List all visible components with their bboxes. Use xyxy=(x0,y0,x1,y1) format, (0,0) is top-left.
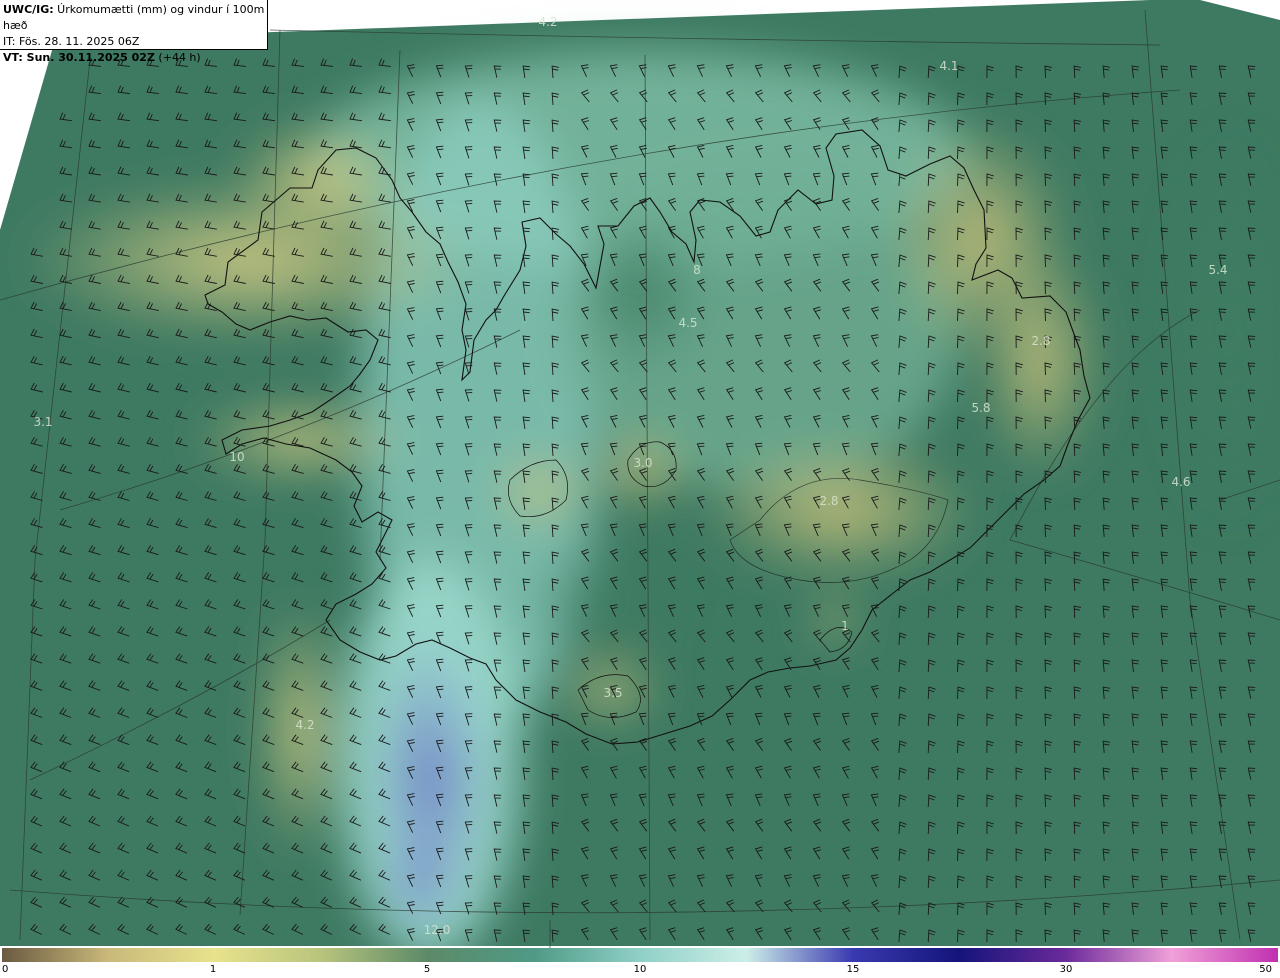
colorbar-tick-5: 5 xyxy=(423,964,431,975)
map-value-label: 5.4 xyxy=(1208,263,1227,277)
map-header: UWC/IG: Úrkomumætti (mm) og vindur í 100… xyxy=(0,0,268,64)
colorbar-tick-50: 50 xyxy=(1259,964,1272,975)
colorbar-tick-15: 15 xyxy=(846,964,860,975)
header-line-3: VT: Sun. 30.11.2025 02Z (+44 h) xyxy=(3,51,201,64)
colorbar-tick-0: 0 xyxy=(2,964,9,975)
map-value-label: 8 xyxy=(693,263,701,277)
colorbar-tick-30: 30 xyxy=(1059,964,1073,975)
map-value-label: 12.0 xyxy=(424,923,451,937)
header-line-2: IT: Fös. 28. 11. 2025 06Z xyxy=(3,35,140,48)
colorbar: 0 1 5 10 15 30 50 xyxy=(0,948,1280,978)
map-value-label: 4.5 xyxy=(678,316,697,330)
map-value-label: 3.1 xyxy=(33,415,52,429)
colorbar-tick-10: 10 xyxy=(633,964,647,975)
weather-map: 4.2 4.1 5.4 2.8 4.5 8 3.1 10 3.0 5.8 2.8 4.6 1 3.5 4.2… xyxy=(0,0,1280,948)
map-value-label: 1 xyxy=(841,619,849,633)
colorbar-gradient xyxy=(2,948,1278,962)
map-value-label: 3.0 xyxy=(633,456,652,470)
colorbar-tick-1: 1 xyxy=(209,964,217,975)
map-value-label: 10 xyxy=(229,450,244,464)
map-value-label: 2.8 xyxy=(819,494,838,508)
map-value-label: 4.6 xyxy=(1171,475,1190,489)
map-value-label: 5.8 xyxy=(971,401,990,415)
map-value-label: 2.8 xyxy=(1031,334,1050,348)
map-value-label: 4.2 xyxy=(295,718,314,732)
map-value-label: 4.2 xyxy=(538,15,557,29)
header-line-1: UWC/IG: Úrkomumætti (mm) og vindur í 100… xyxy=(3,3,265,32)
map-value-label: 3.5 xyxy=(603,686,622,700)
map-value-label: 4.1 xyxy=(939,59,958,73)
